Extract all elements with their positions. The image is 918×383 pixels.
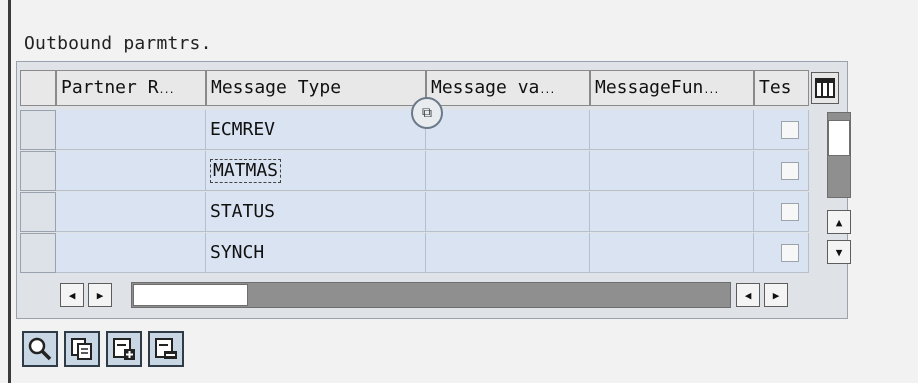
vertical-scroll-thumb[interactable]	[828, 120, 850, 156]
horizontal-scroll-track[interactable]	[131, 282, 731, 308]
scroll-down-icon[interactable]: ▼	[827, 240, 851, 264]
col-header-message-variant[interactable]: Message va...	[426, 70, 590, 106]
copy-icon[interactable]	[64, 331, 100, 367]
cell-message-type[interactable]: SYNCH	[206, 233, 426, 273]
cell-message-function[interactable]	[590, 233, 754, 273]
scroll-left-icon[interactable]: ◀	[60, 283, 84, 307]
cell-message-variant[interactable]	[426, 192, 590, 232]
cell-message-type[interactable]: MATMAS	[206, 151, 426, 191]
row-selector[interactable]	[20, 192, 56, 232]
cell-partner-role[interactable]	[56, 192, 206, 232]
cell-partner-role[interactable]	[56, 110, 206, 150]
test-checkbox[interactable]	[781, 162, 799, 180]
magnifier-icon[interactable]	[22, 331, 58, 367]
col-header-test[interactable]: Tes	[754, 70, 809, 106]
cell-message-function[interactable]	[590, 110, 754, 150]
row-selector[interactable]	[20, 233, 56, 273]
scroll-up-icon[interactable]: ▲	[827, 210, 851, 234]
row-selector[interactable]	[20, 110, 56, 150]
cell-message-variant[interactable]	[426, 151, 590, 191]
col-header-partner-role[interactable]: Partner R...	[56, 70, 206, 106]
group-title: Outbound parmtrs.	[24, 33, 212, 54]
col-header-message-type[interactable]: Message Type	[206, 70, 426, 106]
col-header-message-function[interactable]: MessageFun...	[590, 70, 754, 106]
cell-message-variant[interactable]	[426, 233, 590, 273]
value-help-icon[interactable]: ⧉	[411, 97, 443, 129]
scroll-right-end-icon[interactable]: ▶	[764, 283, 788, 307]
cell-partner-role[interactable]	[56, 151, 206, 191]
scroll-left-end-icon[interactable]: ◀	[736, 283, 760, 307]
add-entry-icon[interactable]	[106, 331, 142, 367]
row-selector[interactable]	[20, 151, 56, 191]
cell-message-function[interactable]	[590, 192, 754, 232]
test-checkbox[interactable]	[781, 121, 799, 139]
horizontal-scroll-thumb[interactable]	[133, 284, 248, 306]
cell-message-variant[interactable]	[426, 110, 590, 150]
select-all-header[interactable]	[20, 70, 56, 106]
scroll-right-icon[interactable]: ▶	[88, 283, 112, 307]
remove-entry-icon[interactable]	[148, 331, 184, 367]
table-settings-icon[interactable]	[811, 72, 839, 104]
cell-message-type[interactable]: STATUS	[206, 192, 426, 232]
cell-message-function[interactable]	[590, 151, 754, 191]
test-checkbox[interactable]	[781, 203, 799, 221]
focused-value[interactable]: MATMAS	[210, 159, 282, 183]
vertical-scrollbar[interactable]: ▲ ▼	[827, 112, 851, 272]
cell-partner-role[interactable]	[56, 233, 206, 273]
test-checkbox[interactable]	[781, 244, 799, 262]
cell-message-type[interactable]: ECMREV	[206, 110, 426, 150]
left-border	[8, 0, 11, 383]
